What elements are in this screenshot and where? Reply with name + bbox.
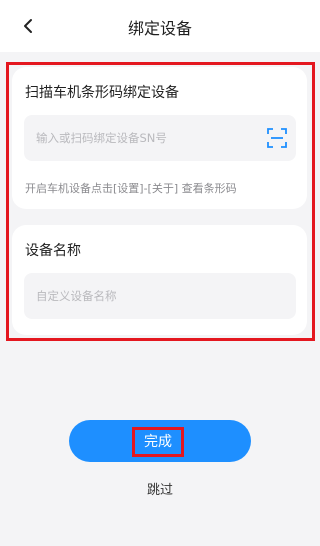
scan-icon[interactable] — [267, 128, 287, 148]
skip-link[interactable]: 跳过 — [0, 479, 320, 498]
device-name-input[interactable]: 自定义设备名称 — [24, 273, 296, 319]
barcode-hint: 开启车机设备点击[设置]-[关于] 查看条形码 — [25, 182, 237, 195]
sn-input[interactable]: 输入或扫码绑定设备SN号 — [24, 115, 296, 161]
device-name-placeholder: 自定义设备名称 — [36, 289, 117, 303]
page-title: 绑定设备 — [127, 19, 192, 38]
bind-device-screen: 绑定设备 扫描车机条形码绑定设备 输入或扫码绑定设备SN号 开启车机设备点击[设… — [0, 0, 320, 546]
sn-binding-card: 扫描车机条形码绑定设备 输入或扫码绑定设备SN号 开启车机设备点击[设置]-[关… — [12, 67, 307, 209]
navigation-bar: 绑定设备 — [0, 0, 320, 52]
device-name-title: 设备名称 — [25, 243, 81, 259]
sn-card-title: 扫描车机条形码绑定设备 — [25, 85, 179, 101]
device-name-card: 设备名称 自定义设备名称 — [12, 225, 307, 335]
done-button-label[interactable]: 完成 — [132, 427, 184, 457]
sn-input-placeholder: 输入或扫码绑定设备SN号 — [36, 131, 167, 145]
